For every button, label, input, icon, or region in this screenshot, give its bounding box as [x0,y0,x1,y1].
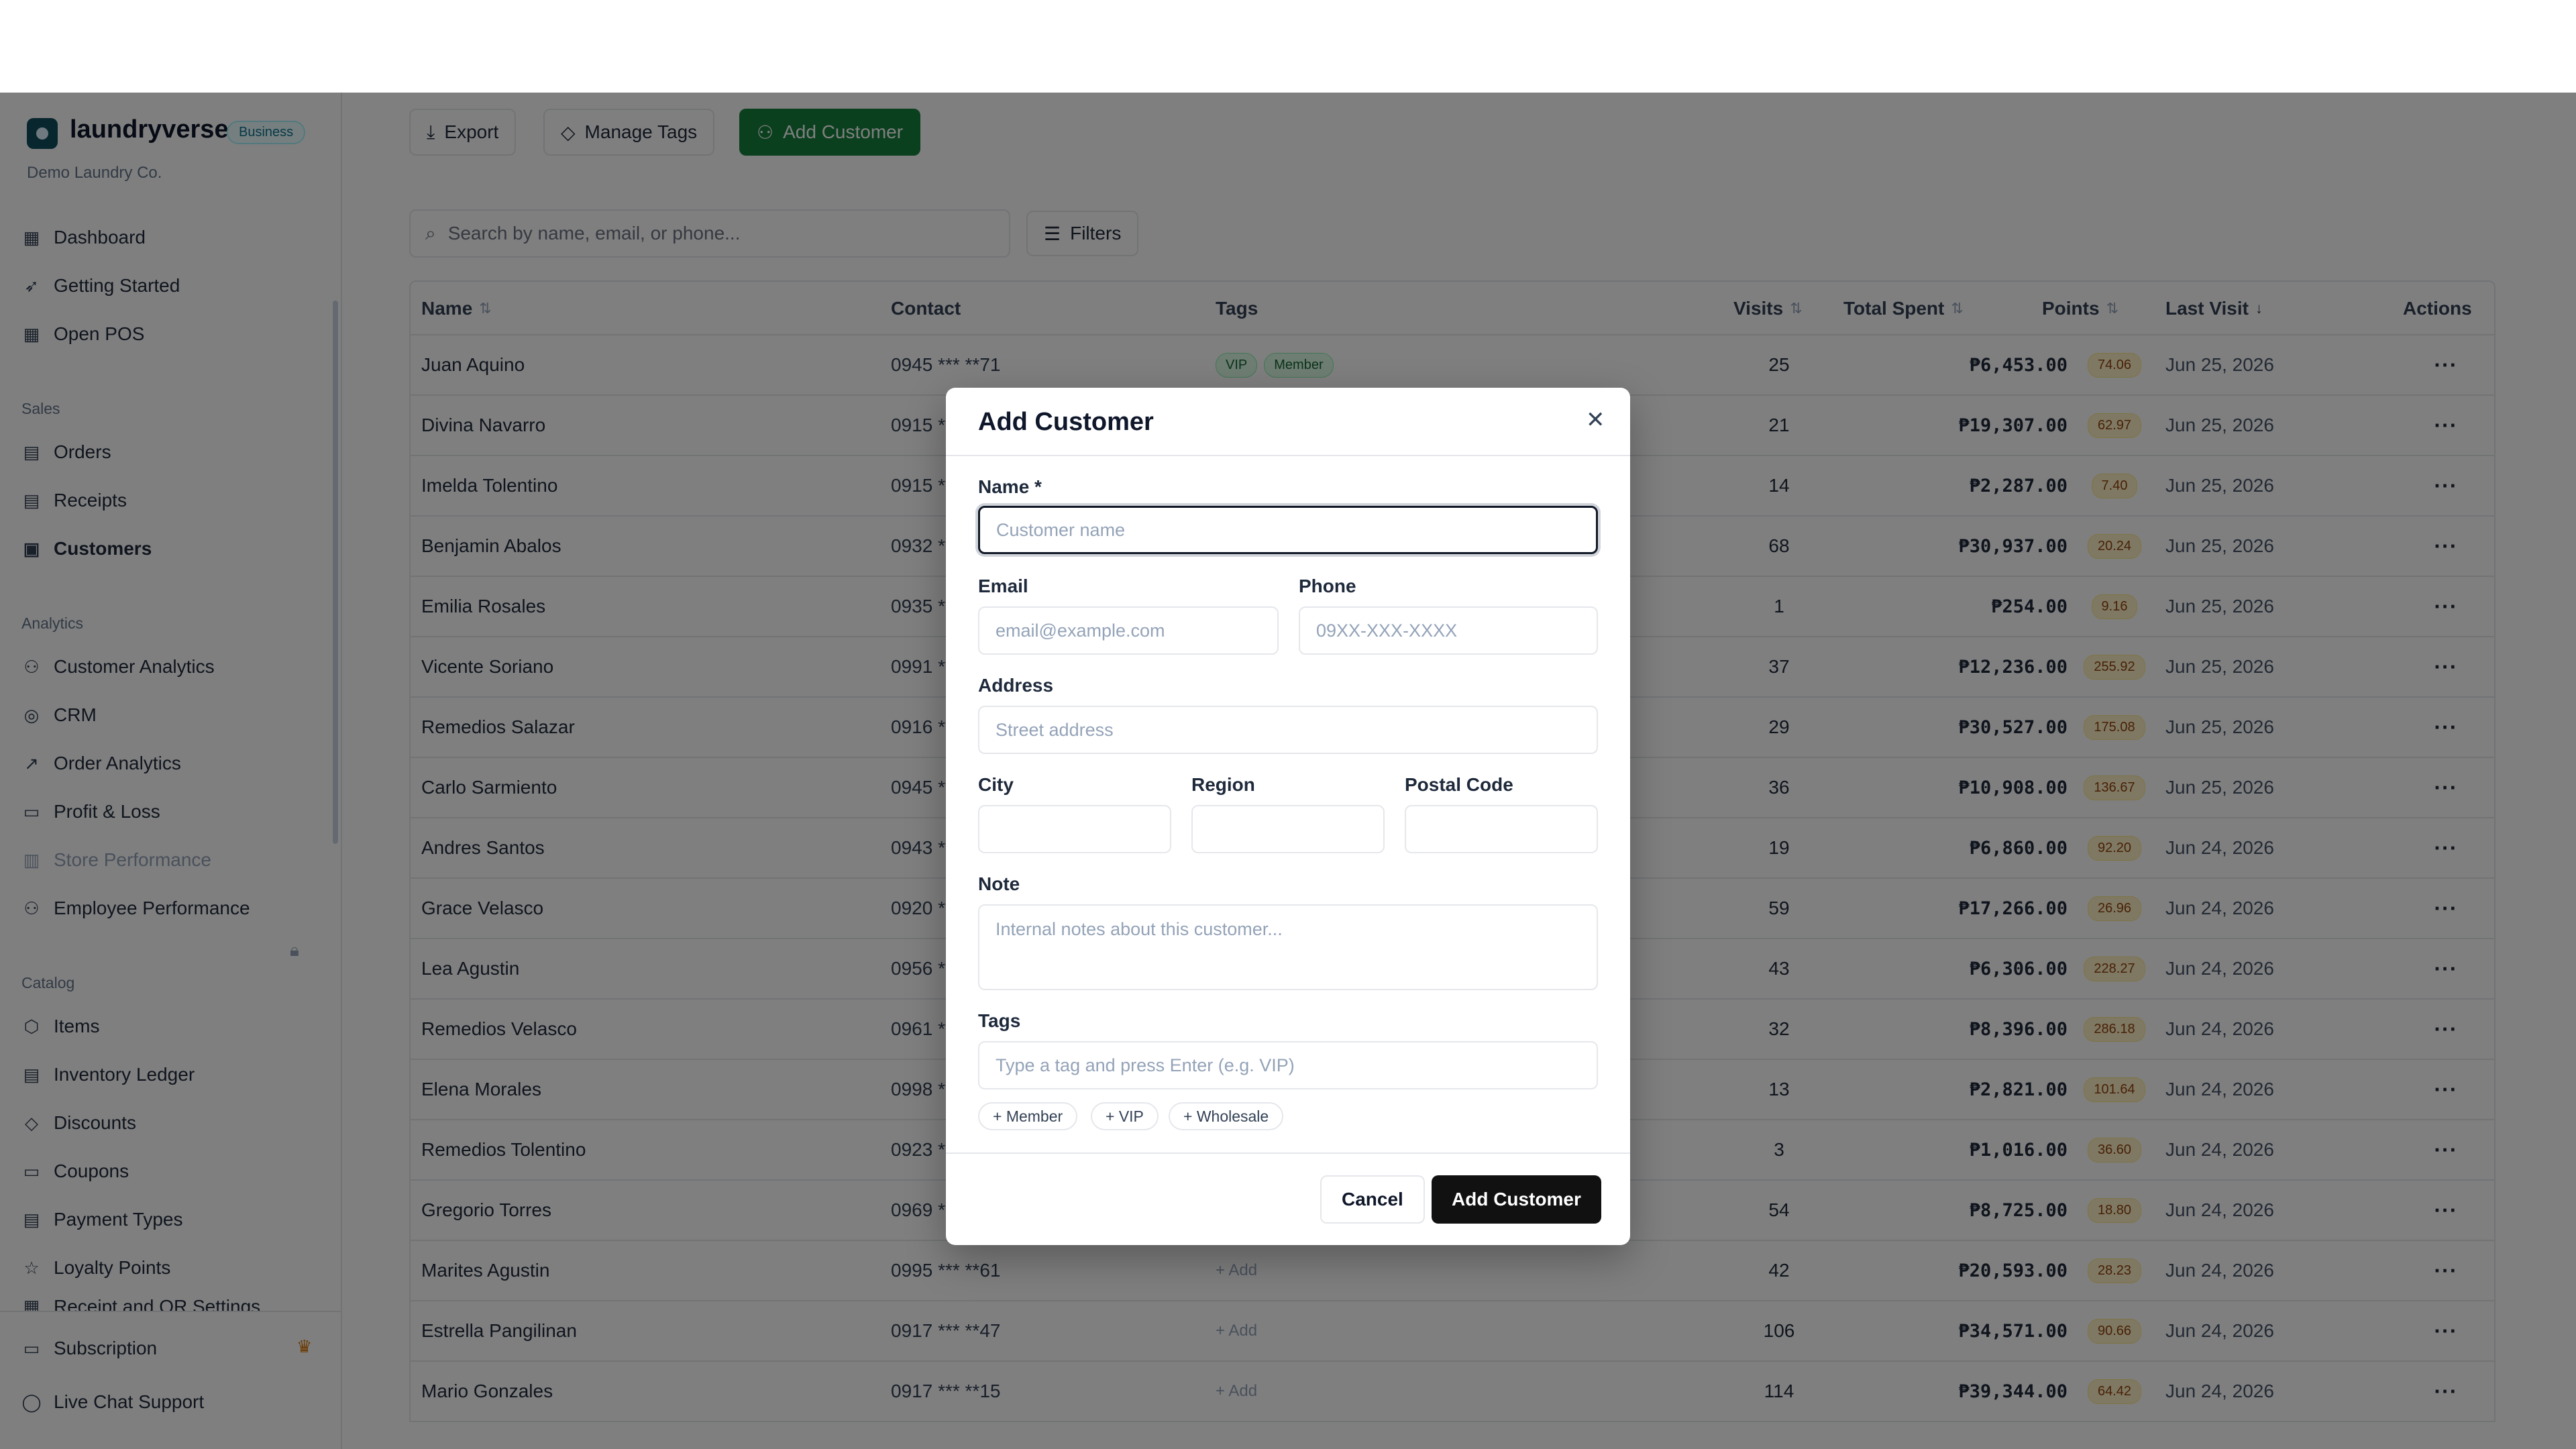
tag-suggestion-vip[interactable]: + VIP [1091,1102,1159,1130]
email-label: Email [978,576,1028,596]
browser-top-area [0,0,2576,93]
name-field[interactable]: Customer name [978,506,1598,554]
note-placeholder: Internal notes about this customer... [996,919,1283,939]
address-placeholder: Street address [996,719,1114,740]
tag-suggestion-member[interactable]: + Member [978,1102,1078,1130]
tag-suggestion-wholesale[interactable]: + Wholesale [1169,1102,1284,1130]
phone-field[interactable]: 09XX-XXX-XXXX [1299,606,1598,655]
phone-placeholder: 09XX-XXX-XXXX [1316,620,1458,641]
tags-input[interactable]: Type a tag and press Enter (e.g. VIP) [978,1041,1598,1089]
address-label: Address [978,675,1054,696]
email-field[interactable]: email@example.com [978,606,1279,655]
submit-add-customer-button[interactable]: Add Customer [1432,1175,1601,1224]
email-placeholder: email@example.com [996,620,1165,641]
dialog-footer-divider [946,1152,1630,1154]
postal-code-label: Postal Code [1405,774,1513,795]
dialog-header-divider [946,455,1630,456]
note-textarea[interactable]: Internal notes about this customer... [978,904,1598,990]
city-field[interactable] [978,805,1171,853]
tags-label: Tags [978,1010,1021,1031]
note-label: Note [978,873,1020,894]
add-customer-dialog: Add Customer ✕ Name * Customer name Emai… [946,388,1630,1245]
close-icon[interactable]: ✕ [1586,407,1605,433]
tags-placeholder: Type a tag and press Enter (e.g. VIP) [996,1055,1295,1075]
phone-label: Phone [1299,576,1356,596]
region-label: Region [1191,774,1255,795]
name-placeholder: Customer name [996,519,1126,540]
address-field[interactable]: Street address [978,706,1598,754]
region-field[interactable] [1191,805,1385,853]
cancel-button[interactable]: Cancel [1320,1175,1425,1224]
name-label: Name * [978,476,1042,497]
postal-code-field[interactable] [1405,805,1598,853]
city-label: City [978,774,1014,795]
dialog-title: Add Customer [978,408,1154,436]
